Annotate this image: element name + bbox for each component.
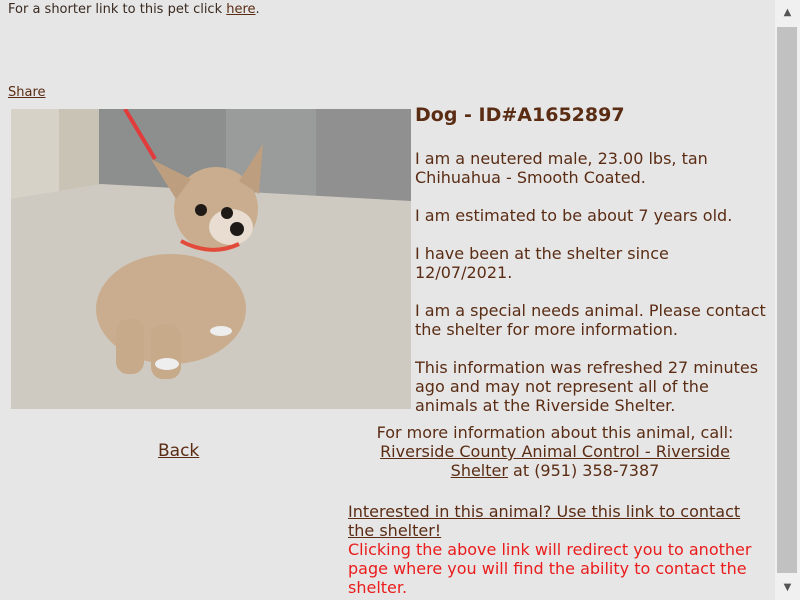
pet-photo-image — [11, 109, 411, 409]
pet-title: Dog - ID#A1652897 — [415, 104, 625, 126]
pet-info: Dog - ID#A1652897 I am a neutered male, … — [415, 104, 770, 434]
redirect-notice: Clicking the above link will redirect yo… — [348, 540, 752, 597]
shorter-link-here[interactable]: here — [226, 2, 255, 17]
contact-shelter-link[interactable]: Interested in this animal? Use this link… — [348, 502, 740, 540]
shorter-link-prefix: For a shorter link to this pet click — [8, 2, 227, 17]
scrollbar-thumb[interactable] — [777, 27, 797, 573]
share-link[interactable]: Share — [8, 85, 46, 100]
shelter-phone: (951) 358-7387 — [534, 461, 660, 480]
shorter-link-line: For a shorter link to this pet click her… — [8, 2, 260, 17]
pet-description: I am a neutered male, 23.00 lbs, tan Chi… — [415, 149, 708, 187]
pet-refreshed-note: This information was refreshed 27 minute… — [415, 358, 759, 415]
contact-intro: For more information about this animal, … — [376, 423, 734, 442]
contact-info: For more information about this animal, … — [360, 423, 750, 480]
scroll-up-icon[interactable]: ▲ — [775, 0, 800, 25]
scroll-down-icon[interactable]: ▼ — [775, 575, 800, 600]
back-link[interactable]: Back — [158, 441, 199, 461]
pet-photo — [11, 109, 411, 409]
interest-section: Interested in this animal? Use this link… — [348, 502, 763, 597]
contact-line: Riverside County Animal Control - Rivers… — [360, 442, 750, 480]
pet-special-needs: I am a special needs animal. Please cont… — [415, 301, 766, 339]
pet-age: I am estimated to be about 7 years old. — [415, 206, 733, 225]
pet-shelter-since: I have been at the shelter since 12/07/2… — [415, 244, 669, 282]
phone-prefix: at — [507, 461, 535, 480]
shorter-link-suffix: . — [255, 2, 260, 17]
